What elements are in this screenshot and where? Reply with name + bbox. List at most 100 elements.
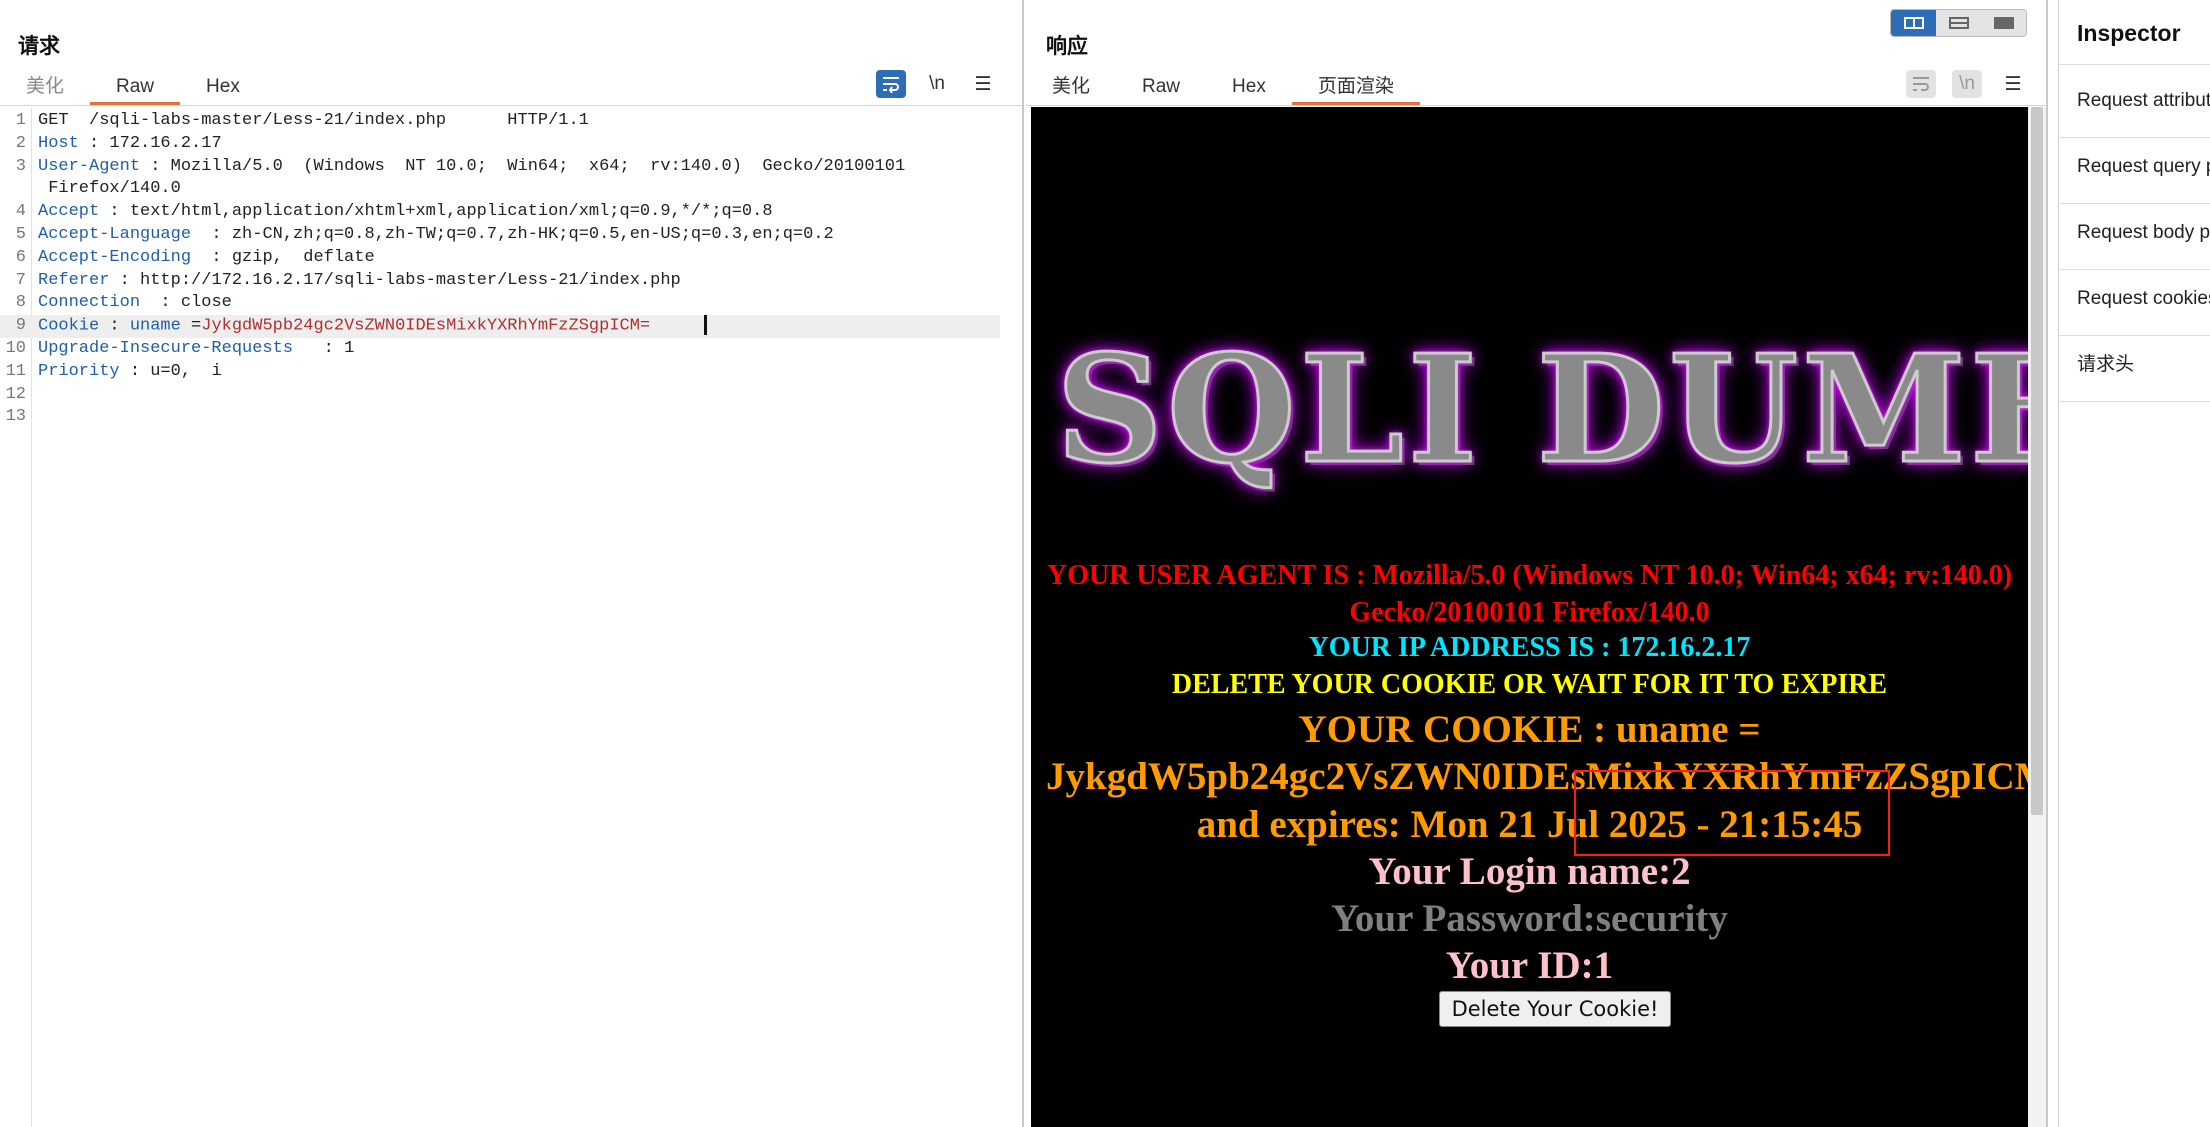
delete-cookie-button[interactable]: Delete Your Cookie! — [1439, 991, 1671, 1027]
header-separator: : — [78, 133, 110, 153]
code-line[interactable]: 11 Priority : u=0, i — [0, 361, 1022, 384]
response-tab-raw[interactable]: Raw — [1116, 72, 1206, 106]
layout-side-by-side-button[interactable] — [1891, 10, 1936, 36]
request-tab-pretty[interactable]: 美化 — [0, 72, 90, 106]
inspector-divider — [2059, 64, 2210, 65]
line-number: 8 — [15, 293, 26, 313]
wrap-lines-icon[interactable] — [1906, 70, 1936, 98]
header-value: text/html,application/xhtml+xml,applicat… — [129, 202, 773, 222]
code-line[interactable]: 4 Accept : text/html,application/xhtml+xm… — [0, 201, 1022, 224]
code-line[interactable]: 1 GET /sqli-labs-master/Less-21/index.php… — [0, 110, 1022, 133]
cookie-value: JykgdW5pb24gc2VsZWN0IDEsMixkYXRhYmFzZSgp… — [201, 316, 651, 336]
code-line[interactable]: 5 Accept-Language : zh-CN,zh;q=0.8,zh-TW;… — [0, 224, 1022, 247]
request-editor[interactable]: 1 GET /sqli-labs-master/Less-21/index.php… — [0, 110, 1022, 429]
line-content: Upgrade-Insecure-Requests : 1 — [38, 338, 354, 361]
highlight-annotation-box — [1574, 770, 1890, 856]
response-tab-hex[interactable]: Hex — [1206, 72, 1292, 106]
header-separator: : — [293, 338, 345, 358]
inspector-title: Inspector — [2077, 20, 2181, 46]
header-value: Mozilla/5.0 (Windows NT 10.0; Win64; x64… — [170, 156, 906, 176]
line-content: Accept-Encoding : gzip, deflate — [38, 247, 375, 270]
response-scroll-thumb[interactable] — [2031, 107, 2043, 815]
code-line[interactable]: 3 User-Agent : Mozilla/5.0 (Windows NT 10… — [0, 156, 1022, 179]
line-content: Accept-Language : zh-CN,zh;q=0.8,zh-TW;q… — [38, 224, 834, 247]
cookie-label-text: YOUR COOKIE : uname = — [1298, 708, 1761, 751]
request-title: 请求 — [18, 35, 60, 58]
menu-icon[interactable]: ☰ — [968, 70, 998, 98]
password-text: Your Password:security — [1331, 897, 1728, 940]
layout-switch — [1890, 9, 2027, 37]
menu-icon[interactable]: ☰ — [1998, 70, 2028, 98]
single-pane-icon — [1993, 17, 2014, 29]
rendered-page: SQLI DUMB YOUR USER AGENT IS : Mozilla/5… — [1031, 107, 2028, 1127]
header-separator: : — [140, 156, 171, 176]
line-content: Priority : u=0, i — [38, 361, 222, 384]
header-value: u=0, i — [150, 361, 222, 381]
request-tab-raw[interactable]: Raw — [90, 72, 181, 106]
line-number: 7 — [15, 270, 26, 290]
header-value: http://172.16.2.17/sqli-labs-master/Less… — [140, 270, 681, 290]
response-tab-render[interactable]: 页面渲染 — [1291, 72, 1420, 106]
newline-toggle-button[interactable]: \n — [922, 70, 952, 98]
code-line[interactable]: 8 Connection : close — [0, 292, 1022, 315]
header-value: close — [180, 293, 232, 313]
code-line[interactable]: 2 Host : 172.16.2.17 — [0, 133, 1022, 156]
header-separator: : — [109, 270, 141, 290]
inspector-item-cookies[interactable]: Request cookies — [2059, 270, 2210, 336]
response-tab-pretty[interactable]: 美化 — [1026, 72, 1116, 106]
code-line[interactable]: 10 Upgrade-Insecure-Requests : 1 — [0, 338, 1022, 361]
header-value: 172.16.2.17 — [109, 133, 222, 153]
line-number: 1 — [15, 111, 26, 130]
user-agent-text: YOUR USER AGENT IS : Mozilla/5.0 (Window… — [1046, 560, 2013, 628]
code-line[interactable]: 12 — [0, 384, 1022, 407]
header-separator: : — [191, 247, 232, 267]
line-number: 4 — [15, 202, 26, 222]
line-number: 2 — [15, 133, 26, 153]
layout-single-button[interactable] — [1981, 10, 2026, 36]
code-line[interactable]: 7 Referer : http://172.16.2.17/sqli-labs-… — [0, 270, 1022, 293]
layout-horizontal-button[interactable] — [1936, 10, 1981, 36]
header-value: 1 — [344, 338, 355, 358]
header-separator: : — [99, 202, 130, 222]
response-scrollbar[interactable] — [2028, 107, 2046, 1127]
header-value: gzip, deflate — [231, 247, 375, 267]
inspector-item-query-parameters[interactable]: Request query parameters — [2059, 138, 2210, 204]
request-tab-hex[interactable]: Hex — [180, 72, 266, 106]
code-line[interactable]: 9 Cookie : uname =JykgdW5pb24gc2VsZWN0IDE… — [0, 315, 1000, 338]
text-cursor — [704, 315, 708, 336]
line-number: 13 — [5, 407, 26, 427]
header-separator: : — [191, 224, 232, 244]
request-tab-divider — [0, 105, 1022, 106]
newline-toggle-button[interactable]: \n — [1952, 70, 1982, 98]
code-line[interactable]: 13 — [0, 406, 1022, 429]
header-name: Accept-Encoding — [38, 247, 192, 267]
response-toolbar: \n ☰ — [1906, 70, 2028, 98]
line-number: 5 — [15, 224, 26, 244]
delete-cookie-text: DELETE YOUR COOKIE OR WAIT FOR IT TO EXP… — [1171, 669, 1888, 700]
response-tabs: 美化 Raw Hex 页面渲染 — [1026, 72, 1420, 106]
line-content: Accept : text/html,application/xhtml+xml… — [38, 201, 773, 224]
response-tab-divider — [1026, 105, 2046, 106]
inspector-item-headers[interactable]: 请求头 — [2059, 336, 2210, 402]
line-content: Connection : close — [38, 292, 232, 315]
wrap-lines-icon[interactable] — [876, 70, 906, 98]
code-line[interactable]: 6 Accept-Encoding : gzip, deflate — [0, 247, 1022, 270]
header-name: Accept-Language — [38, 224, 192, 244]
ip-address-text: YOUR IP ADDRESS IS : 172.16.2.17 — [1308, 632, 1751, 663]
code-line[interactable]: Firefox/140.0 — [0, 178, 1022, 201]
header-separator: : — [140, 293, 181, 313]
request-tabs: 美化 Raw Hex — [0, 72, 266, 106]
response-title: 响应 — [1046, 35, 1088, 58]
line-content: Host : 172.16.2.17 — [38, 133, 222, 156]
line-content: Referer : http://172.16.2.17/sqli-labs-m… — [38, 270, 681, 293]
inspector-list: Request attributes Request query paramet… — [2059, 72, 2210, 402]
header-separator: : — [119, 361, 151, 381]
line-number: 6 — [15, 247, 26, 267]
header-name: User-Agent — [38, 156, 141, 176]
cookie-name: uname — [129, 316, 181, 336]
header-name: Accept — [38, 202, 100, 222]
inspector-item-body-parameters[interactable]: Request body parameters — [2059, 204, 2210, 270]
header-name: Priority — [38, 361, 120, 381]
inspector-item-request-attributes[interactable]: Request attributes — [2059, 72, 2210, 138]
request-pane: 请求 美化 Raw Hex \n ☰ 1 GET /sqli-labs-maste… — [0, 0, 1024, 1127]
